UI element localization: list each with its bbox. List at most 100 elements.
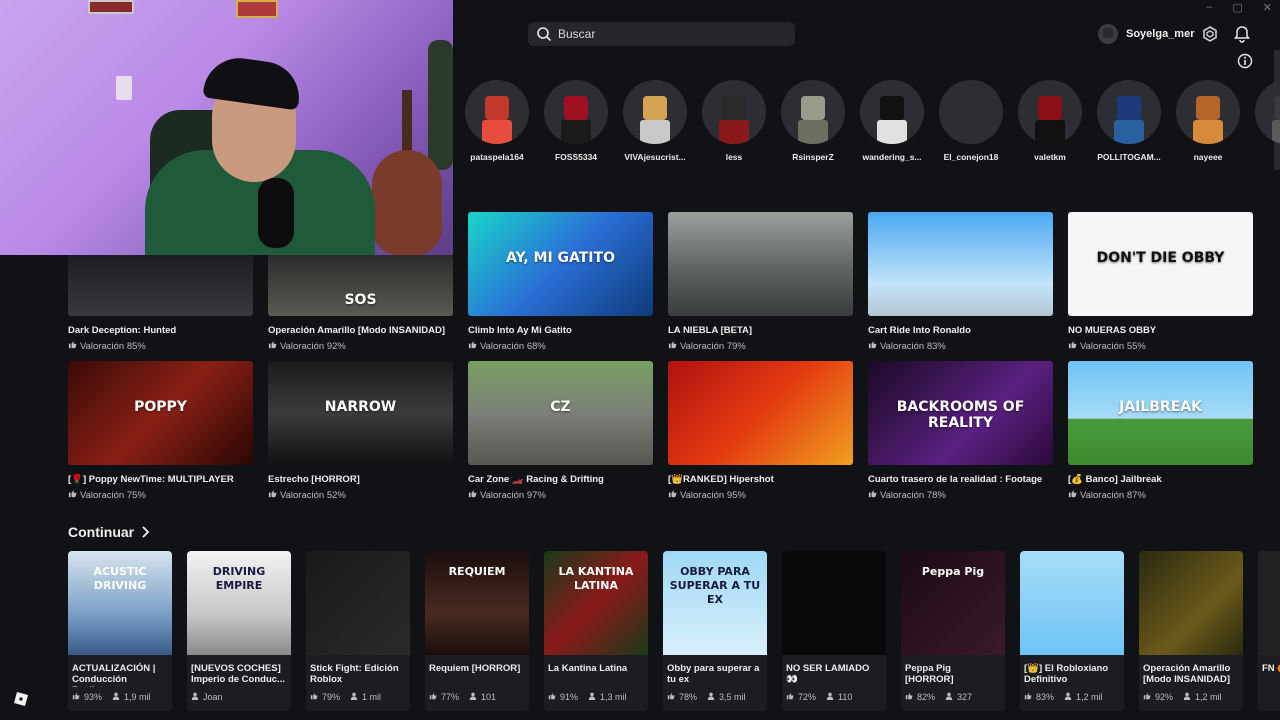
- game-card[interactable]: AY, MI GATITO Climb Into Ay Mi Gatito Valo…: [468, 212, 653, 352]
- friend-avatar[interactable]: [939, 80, 1003, 144]
- friend-avatar[interactable]: [623, 80, 687, 144]
- continue-card[interactable]: REQUIEM Requiem [HORROR] 77% 101: [425, 551, 529, 711]
- game-thumbnail[interactable]: AY, MI GATITO: [468, 212, 653, 316]
- game-title[interactable]: Requiem [HORROR]: [425, 655, 529, 687]
- game-card[interactable]: [👑RANKED] Hipershot Valoración 95%: [668, 361, 853, 501]
- friend-item[interactable]: pataspela164: [465, 80, 529, 162]
- search-bar[interactable]: [528, 22, 795, 46]
- maximize-button[interactable]: ▢: [1232, 1, 1242, 14]
- game-title[interactable]: [👑] El Robloxiano Definitivo: [1020, 655, 1124, 687]
- avatar[interactable]: [1098, 24, 1118, 44]
- game-thumbnail[interactable]: [306, 551, 410, 655]
- game-thumbnail[interactable]: LA KANTINA LATINA: [544, 551, 648, 655]
- game-title[interactable]: Estrecho [HORROR]: [268, 474, 453, 485]
- continue-card[interactable]: Stick Fight: Edición Roblox 79% 1 mil: [306, 551, 410, 711]
- game-thumbnail[interactable]: ACUSTIC DRIVING: [68, 551, 172, 655]
- roblox-logo-icon[interactable]: [14, 692, 28, 706]
- game-title[interactable]: [NUEVOS COCHES] Imperio de Conduc...: [187, 655, 291, 687]
- game-title[interactable]: La Kantina Latina: [544, 655, 648, 687]
- game-title[interactable]: LA NIEBLA [BETA]: [668, 325, 853, 336]
- game-title[interactable]: FN 🎃: [1258, 655, 1280, 687]
- username[interactable]: Soyelga_mer: [1126, 28, 1194, 40]
- bell-icon[interactable]: [1233, 25, 1251, 43]
- game-thumbnail[interactable]: [668, 212, 853, 316]
- continue-card[interactable]: Peppa Pig Peppa Pig [HORROR] 82% 327: [901, 551, 1005, 711]
- game-card[interactable]: POPPY [🌹] Poppy NewTime: MULTIPLAYER Valor…: [68, 361, 253, 501]
- chevron-right-icon[interactable]: [140, 526, 150, 538]
- continue-card[interactable]: DRIVING EMPIRE [NUEVOS COCHES] Imperio de…: [187, 551, 291, 711]
- friend-item[interactable]: FOSS5334: [544, 80, 608, 162]
- game-thumbnail[interactable]: JAILBREAK: [1068, 361, 1253, 465]
- game-title[interactable]: Climb Into Ay Mi Gatito: [468, 325, 653, 336]
- game-card[interactable]: BACKROOMS OF REALITY Cuarto trasero de la…: [868, 361, 1053, 501]
- game-title[interactable]: Peppa Pig [HORROR]: [901, 655, 1005, 687]
- continue-heading[interactable]: Continuar: [68, 524, 150, 540]
- game-title[interactable]: NO SER LAMIADO 👀: [782, 655, 886, 687]
- continue-card[interactable]: LA KANTINA LATINA La Kantina Latina 91% 1,3…: [544, 551, 648, 711]
- close-button[interactable]: ✕: [1263, 1, 1272, 14]
- friend-item[interactable]: less: [702, 80, 766, 162]
- game-thumbnail[interactable]: SOS: [268, 254, 453, 316]
- friend-item[interactable]: wandering_s...: [860, 80, 924, 162]
- game-card[interactable]: NARROW Estrecho [HORROR] Valoración 52%: [268, 361, 453, 501]
- friend-item[interactable]: Ca: [1255, 80, 1280, 162]
- info-icon[interactable]: [1237, 53, 1253, 69]
- game-title[interactable]: Cart Ride Into Ronaldo: [868, 325, 1053, 336]
- search-input[interactable]: [558, 27, 778, 41]
- game-thumbnail[interactable]: Peppa Pig: [901, 551, 1005, 655]
- game-title[interactable]: Operación Amarillo [Modo INSANIDAD]: [1139, 655, 1243, 687]
- minimize-button[interactable]: –: [1206, 1, 1212, 13]
- game-title[interactable]: Stick Fight: Edición Roblox: [306, 655, 410, 687]
- friend-avatar[interactable]: [781, 80, 845, 144]
- game-card[interactable]: CZ Car Zone 🏎️ Racing & Drifting Valoració…: [468, 361, 653, 501]
- game-thumbnail[interactable]: [782, 551, 886, 655]
- game-title[interactable]: ACTUALIZACIÓN | Conducción Realist...: [68, 655, 172, 687]
- friend-item[interactable]: RsinsperZ: [781, 80, 845, 162]
- game-title[interactable]: Obby para superar a tu ex: [663, 655, 767, 687]
- friend-avatar[interactable]: [860, 80, 924, 144]
- game-title[interactable]: [💰 Banco] Jailbreak: [1068, 474, 1253, 485]
- continue-card[interactable]: NO SER LAMIADO 👀 72% 110: [782, 551, 886, 711]
- continue-card[interactable]: FN 🎃: [1258, 551, 1280, 711]
- friend-item[interactable]: El_conejon18: [939, 80, 1003, 162]
- game-thumbnail[interactable]: BACKROOMS OF REALITY: [868, 361, 1053, 465]
- game-thumbnail[interactable]: POPPY: [68, 361, 253, 465]
- game-thumbnail[interactable]: [1139, 551, 1243, 655]
- game-thumbnail[interactable]: REQUIEM: [425, 551, 529, 655]
- friend-avatar[interactable]: [1255, 80, 1280, 144]
- continue-label[interactable]: Continuar: [68, 524, 134, 540]
- friend-item[interactable]: POLLITOGAM...: [1097, 80, 1161, 162]
- friend-item[interactable]: nayeee: [1176, 80, 1240, 162]
- game-thumbnail[interactable]: [1020, 551, 1124, 655]
- game-thumbnail[interactable]: [868, 212, 1053, 316]
- game-thumbnail[interactable]: OBBY PARA SUPERAR A TU EX: [663, 551, 767, 655]
- game-card[interactable]: DON'T DIE OBBY NO MUERAS OBBY Valoración 5…: [1068, 212, 1253, 352]
- game-card[interactable]: JAILBREAK [💰 Banco] Jailbreak Valoración 8…: [1068, 361, 1253, 501]
- continue-card[interactable]: Operación Amarillo [Modo INSANIDAD] 92% 1,…: [1139, 551, 1243, 711]
- friend-item[interactable]: valetkm: [1018, 80, 1082, 162]
- game-card[interactable]: LA NIEBLA [BETA] Valoración 79%: [668, 212, 853, 352]
- robux-icon[interactable]: [1202, 26, 1218, 42]
- game-title[interactable]: [🌹] Poppy NewTime: MULTIPLAYER: [68, 474, 253, 485]
- game-thumbnail[interactable]: CZ: [468, 361, 653, 465]
- game-title[interactable]: Operación Amarillo [Modo INSANIDAD]: [268, 325, 453, 336]
- game-title[interactable]: Dark Deception: Hunted: [68, 325, 253, 336]
- game-card[interactable]: Cart Ride Into Ronaldo Valoración 83%: [868, 212, 1053, 352]
- friend-avatar[interactable]: [544, 80, 608, 144]
- friend-avatar[interactable]: [702, 80, 766, 144]
- user-menu[interactable]: Soyelga_mer: [1098, 24, 1218, 44]
- game-thumbnail[interactable]: NARROW: [268, 361, 453, 465]
- friend-item[interactable]: VIVAjesucrist...: [623, 80, 687, 162]
- game-thumbnail[interactable]: [68, 254, 253, 316]
- continue-card[interactable]: [👑] El Robloxiano Definitivo 83% 1,2 mil: [1020, 551, 1124, 711]
- friend-avatar[interactable]: [1018, 80, 1082, 144]
- game-thumbnail[interactable]: [668, 361, 853, 465]
- game-title[interactable]: [👑RANKED] Hipershot: [668, 474, 853, 485]
- friend-avatar[interactable]: [1097, 80, 1161, 144]
- continue-card[interactable]: ACUSTIC DRIVING ACTUALIZACIÓN | Conducció…: [68, 551, 172, 711]
- friend-avatar[interactable]: [465, 80, 529, 144]
- game-title[interactable]: Cuarto trasero de la realidad : Footage: [868, 474, 1053, 485]
- game-thumbnail[interactable]: DON'T DIE OBBY: [1068, 212, 1253, 316]
- continue-card[interactable]: OBBY PARA SUPERAR A TU EX Obby para super…: [663, 551, 767, 711]
- game-thumbnail[interactable]: [1258, 551, 1280, 655]
